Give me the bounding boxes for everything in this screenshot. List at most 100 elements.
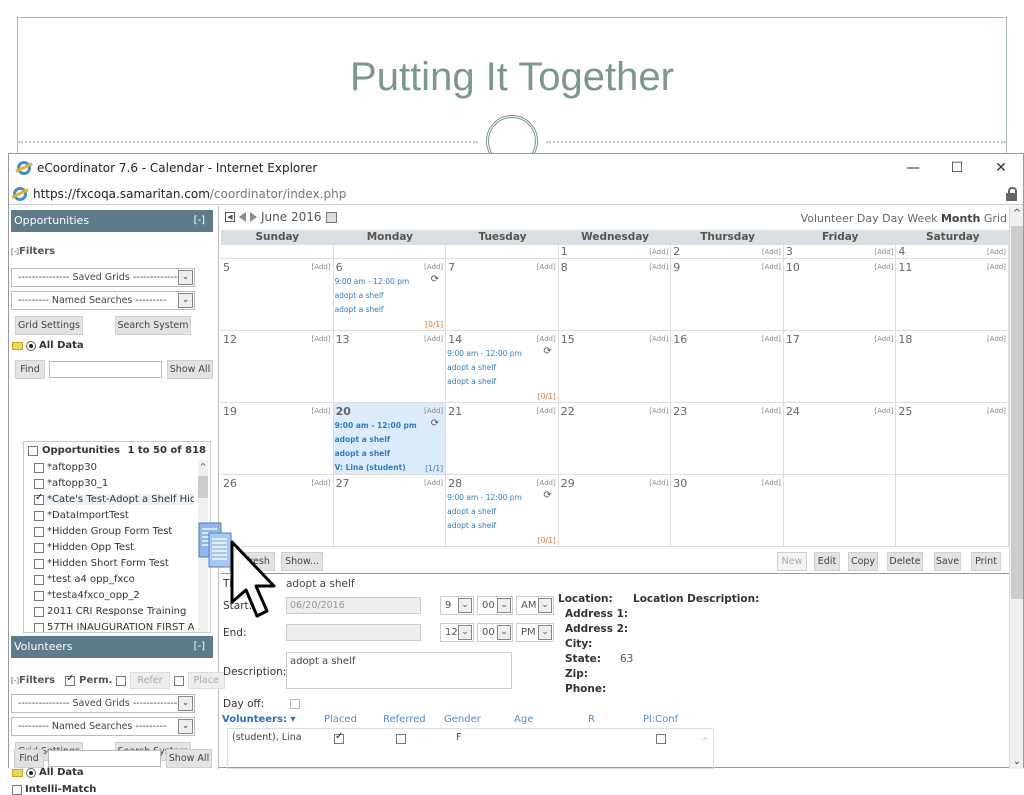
- filters-toggle[interactable]: [-]: [11, 248, 19, 256]
- event-title[interactable]: adopt a shelf: [447, 521, 496, 530]
- add-event-link[interactable]: [Add]: [537, 407, 556, 415]
- add-event-link[interactable]: [Add]: [987, 335, 1006, 343]
- view-week[interactable]: Week: [907, 212, 937, 225]
- add-event-link[interactable]: [Add]: [762, 263, 781, 271]
- volunteer-named-searches-select[interactable]: --------- Named Searches --------- ⌄: [11, 717, 195, 736]
- add-event-link[interactable]: [Add]: [874, 407, 893, 415]
- save-button[interactable]: Save: [934, 552, 961, 571]
- day-cell[interactable]: 20 [Add] 9:00 am - 12:00 pm adopt a shelf ad…: [333, 403, 447, 475]
- event-volunteer[interactable]: V: Lina (student): [335, 463, 406, 472]
- add-event-link[interactable]: [Add]: [762, 407, 781, 415]
- next-month-icon[interactable]: [250, 212, 257, 222]
- list-item[interactable]: *DataImportTest: [34, 510, 194, 521]
- intelli-match-option[interactable]: Intelli-Match: [12, 784, 96, 795]
- event-time[interactable]: 9:00 am - 12:00 pm: [335, 421, 417, 430]
- list-item[interactable]: *Hidden Short Form Test: [34, 558, 194, 569]
- list-item[interactable]: *Hidden Opp Test: [34, 542, 194, 553]
- event-time[interactable]: 9:00 am - 12:00 pm: [335, 277, 410, 286]
- address-bar[interactable]: https://fxcoqa. samaritan.com/coordinator…: [9, 183, 1023, 205]
- day-cell[interactable]: 9 [Add]: [671, 259, 784, 331]
- chevron-up-icon[interactable]: ^: [1010, 208, 1024, 219]
- chevron-down-icon[interactable]: ⌄: [1010, 756, 1024, 767]
- item-checkbox[interactable]: [34, 606, 44, 617]
- day-cell[interactable]: 13 [Add]: [333, 331, 447, 403]
- day-cell[interactable]: 27 [Add]: [333, 475, 447, 547]
- add-event-link[interactable]: [Add]: [649, 407, 668, 415]
- all-data-option[interactable]: All Data: [12, 340, 84, 351]
- list-item[interactable]: *testa4fxco_opp_2: [34, 590, 194, 601]
- event-title[interactable]: adopt a shelf: [447, 363, 496, 372]
- collapse-opportunities-button[interactable]: [-]: [194, 210, 205, 232]
- new-button[interactable]: New: [777, 552, 807, 571]
- find-input[interactable]: [49, 361, 162, 378]
- saved-grids-select[interactable]: --------------- Saved Grids ------------…: [11, 268, 195, 287]
- end-date-input[interactable]: [286, 624, 421, 641]
- day-cell[interactable]: 19 [Add]: [221, 403, 334, 475]
- day-cell[interactable]: 7 [Add]: [446, 259, 559, 331]
- plconf-checkbox[interactable]: [656, 734, 666, 744]
- volunteer-find-input[interactable]: [48, 750, 161, 767]
- event-title[interactable]: adopt a shelf: [335, 435, 391, 444]
- list-item[interactable]: 2011 CRI Response Training: [34, 606, 194, 617]
- minimize-button[interactable]: —: [891, 154, 935, 182]
- list-scroll-thumb[interactable]: [198, 476, 208, 498]
- volunteer-saved-grids-select[interactable]: --------------- Saved Grids ------------…: [11, 694, 195, 713]
- add-event-link[interactable]: [Add]: [537, 479, 556, 487]
- day-cell[interactable]: 11 [Add]: [896, 259, 1009, 331]
- list-item[interactable]: 57TH INAUGURATION FIRST AID: [34, 622, 194, 632]
- day-cell[interactable]: 12 [Add]: [221, 331, 334, 403]
- filters-toggle[interactable]: [-]: [11, 677, 19, 685]
- event-title[interactable]: adopt a shelf: [447, 507, 496, 516]
- close-button[interactable]: ✕: [979, 154, 1023, 182]
- calendar-picker-icon[interactable]: [325, 211, 337, 223]
- delete-button[interactable]: Delete: [887, 552, 923, 571]
- day-off-checkbox[interactable]: [290, 699, 300, 709]
- add-event-link[interactable]: [Add]: [762, 479, 781, 487]
- item-checkbox[interactable]: [34, 494, 44, 505]
- add-event-link[interactable]: [Add]: [649, 479, 668, 487]
- add-event-link[interactable]: [Add]: [649, 263, 668, 271]
- add-event-link[interactable]: [Add]: [649, 335, 668, 343]
- chevron-up-icon[interactable]: ^: [198, 462, 208, 471]
- day-cell[interactable]: 21 [Add]: [446, 403, 559, 475]
- named-searches-select[interactable]: --------- Named Searches --------- ⌄: [11, 291, 195, 310]
- print-button[interactable]: Print: [971, 552, 1001, 571]
- start-ampm-select[interactable]: AM ⌄: [516, 596, 554, 615]
- add-event-link[interactable]: [Add]: [424, 479, 443, 487]
- add-event-link[interactable]: [Add]: [649, 248, 668, 256]
- copy-button[interactable]: Copy: [848, 552, 878, 571]
- list-item[interactable]: *Hidden Group Form Test: [34, 526, 194, 537]
- add-event-link[interactable]: [Add]: [312, 335, 331, 343]
- day-cell[interactable]: 8 [Add]: [558, 259, 672, 331]
- edit-button[interactable]: Edit: [814, 552, 840, 571]
- place-button[interactable]: Place: [187, 672, 225, 689]
- item-checkbox[interactable]: [34, 590, 44, 601]
- add-event-link[interactable]: [Add]: [312, 479, 331, 487]
- day-cell[interactable]: 16 [Add]: [671, 331, 784, 403]
- item-checkbox[interactable]: [34, 622, 44, 632]
- event-time[interactable]: 9:00 am - 12:00 pm: [447, 349, 522, 358]
- day-cell[interactable]: 3 [Add]: [783, 245, 897, 259]
- intelli-match-checkbox[interactable]: [12, 784, 22, 795]
- add-event-link[interactable]: [Add]: [987, 407, 1006, 415]
- volunteer-all-data-option[interactable]: All Data: [12, 767, 84, 778]
- day-cell[interactable]: 15 [Add]: [558, 331, 672, 403]
- add-event-link[interactable]: [Add]: [424, 263, 443, 271]
- day-cell[interactable]: 2 [Add]: [671, 245, 784, 259]
- start-minute-select[interactable]: 00 ⌄: [477, 596, 513, 615]
- event-time[interactable]: 9:00 am - 12:00 pm: [447, 493, 522, 502]
- add-event-link[interactable]: [Add]: [874, 248, 893, 256]
- chevron-up-icon[interactable]: ^: [701, 737, 709, 747]
- item-checkbox[interactable]: [34, 462, 44, 473]
- show-all-button[interactable]: Show All: [167, 360, 213, 379]
- start-hour-select[interactable]: 9 ⌄: [440, 596, 474, 615]
- select-all-checkbox[interactable]: [28, 445, 38, 456]
- day-cell[interactable]: 25 [Add]: [896, 403, 1009, 475]
- event-title[interactable]: adopt a shelf: [447, 377, 496, 386]
- refer-button[interactable]: Refer: [130, 672, 170, 689]
- item-checkbox[interactable]: [34, 478, 44, 489]
- add-event-link[interactable]: [Add]: [762, 335, 781, 343]
- item-checkbox[interactable]: [34, 574, 44, 585]
- day-cell[interactable]: 10 [Add]: [783, 259, 897, 331]
- day-cell[interactable]: 14 [Add] 9:00 am - 12:00 pm adopt a shelf ad…: [446, 331, 559, 403]
